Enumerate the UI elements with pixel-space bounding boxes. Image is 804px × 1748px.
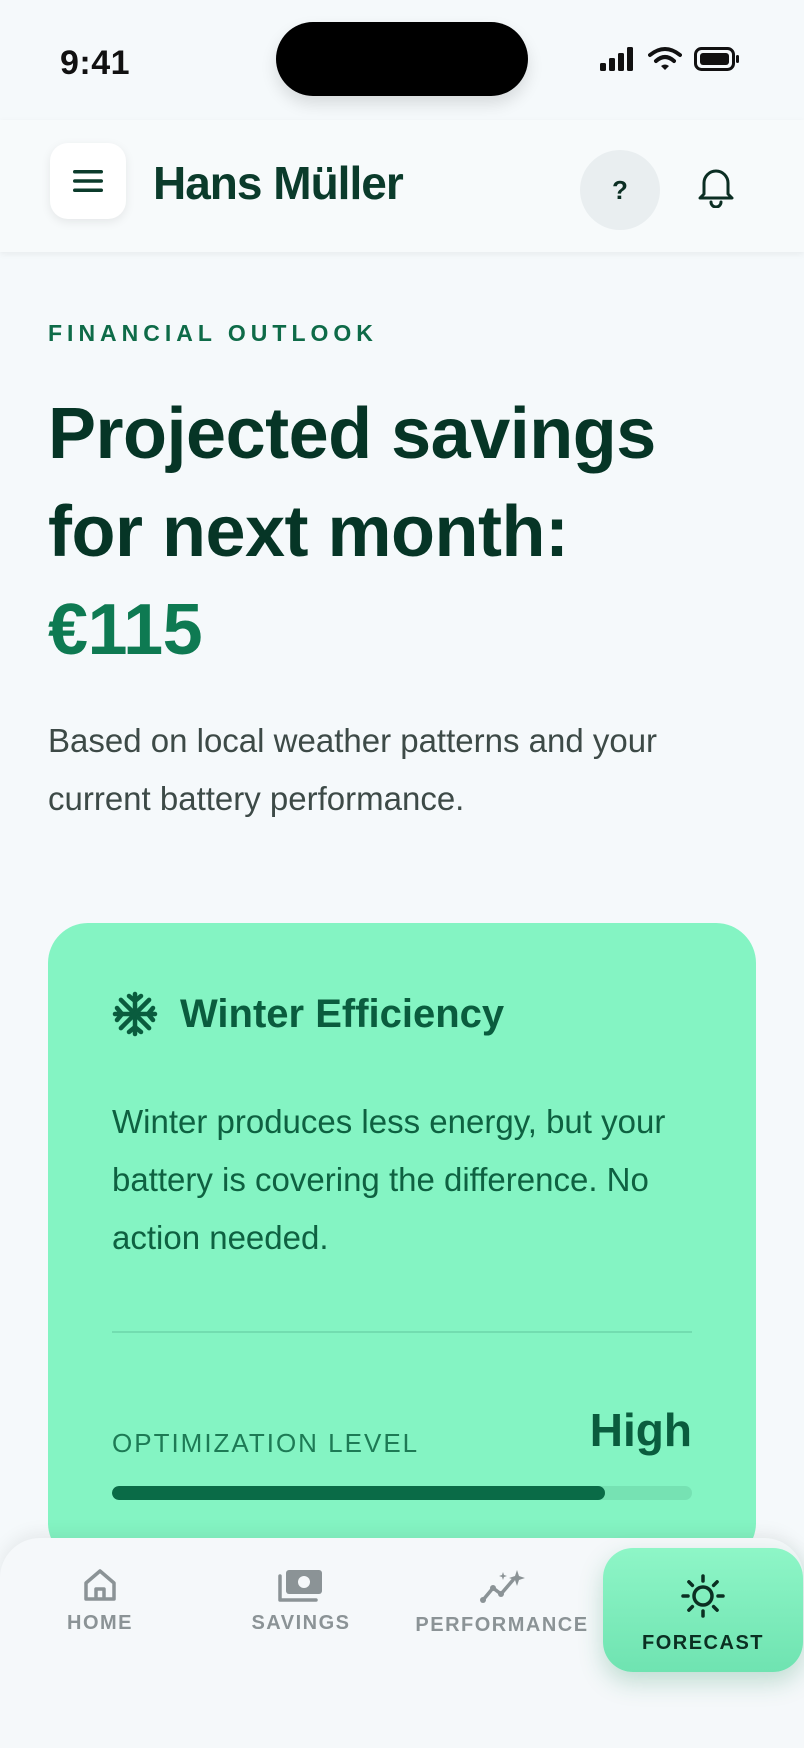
bell-icon (698, 169, 734, 208)
battery-icon (694, 47, 739, 71)
dynamic-island (276, 22, 528, 96)
optimization-value: High (589, 1404, 692, 1456)
headline-line-1: Projected savings (48, 394, 656, 474)
optimization-label: OPTIMIZATION LEVEL (112, 1428, 420, 1458)
nav-label-performance: PERFORMANCE (415, 1614, 589, 1636)
headline-subtext: Based on local weather patterns and your… (48, 722, 658, 817)
app-screen: 9:41 Hans Müller ? FINANCIAL OUTLOOK Pro… (0, 0, 804, 1748)
user-name: Hans Müller (153, 157, 404, 209)
app-header: Hans Müller ? (0, 120, 804, 252)
cash-icon (278, 1570, 322, 1602)
winter-efficiency-card: Winter Efficiency Winter produces less e… (48, 923, 756, 1563)
help-icon: ? (612, 174, 628, 205)
bottom-navigation: HOME SAVINGS PERFORMANCE FORECAST (0, 1538, 804, 1748)
card-body: Winter produces less energy, but your ba… (112, 1103, 666, 1256)
status-time: 9:41 (60, 44, 131, 82)
nav-item-performance[interactable]: PERFORMANCE (402, 1568, 602, 1678)
card-divider (112, 1331, 692, 1333)
notifications-button[interactable] (688, 156, 744, 216)
cellular-signal-icon (600, 47, 633, 71)
nav-item-savings[interactable]: SAVINGS (201, 1568, 401, 1678)
home-icon (84, 1569, 116, 1601)
headline-line-2: for next month: (48, 492, 569, 572)
nav-item-forecast[interactable]: FORECAST (603, 1548, 803, 1672)
sun-icon (681, 1574, 725, 1618)
status-bar: 9:41 (0, 0, 804, 120)
menu-button[interactable] (50, 143, 126, 219)
optimization-progress-fill (112, 1486, 605, 1500)
section-eyebrow: FINANCIAL OUTLOOK (48, 320, 378, 346)
optimization-progress-track (112, 1486, 692, 1500)
nav-label-savings: SAVINGS (251, 1612, 351, 1634)
snowflake-icon (112, 991, 158, 1037)
page-headline: Projected savings for next month: €115 (48, 385, 768, 679)
projected-savings-amount: €115 (48, 590, 203, 670)
help-button[interactable]: ? (580, 150, 660, 230)
nav-item-home[interactable]: HOME (0, 1568, 200, 1678)
hamburger-menu-icon (73, 170, 103, 192)
card-title: Winter Efficiency (180, 991, 505, 1036)
status-icons (600, 46, 740, 72)
nav-label-forecast: FORECAST (642, 1632, 764, 1654)
chart-sparkle-icon (480, 1570, 525, 1603)
nav-label-home: HOME (67, 1612, 133, 1634)
card-title-row: Winter Efficiency (112, 991, 504, 1037)
wifi-icon (648, 47, 682, 70)
